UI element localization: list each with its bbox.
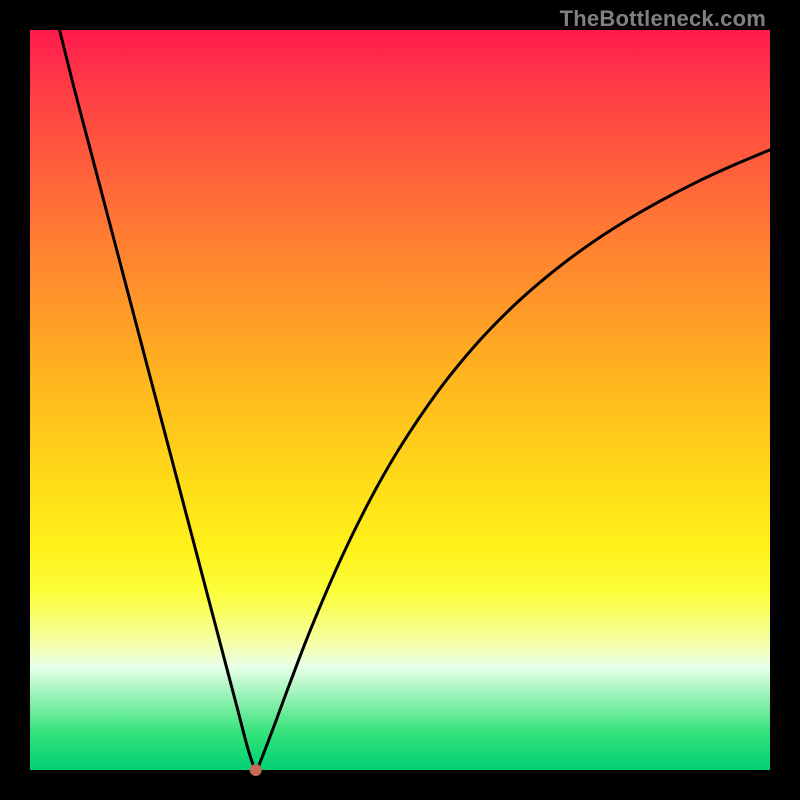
bottleneck-curve-path (60, 30, 770, 771)
watermark-text: TheBottleneck.com (560, 6, 766, 32)
minimum-marker (250, 764, 262, 776)
plot-area (30, 30, 770, 770)
chart-frame: TheBottleneck.com (0, 0, 800, 800)
bottleneck-plot-svg (30, 30, 770, 770)
